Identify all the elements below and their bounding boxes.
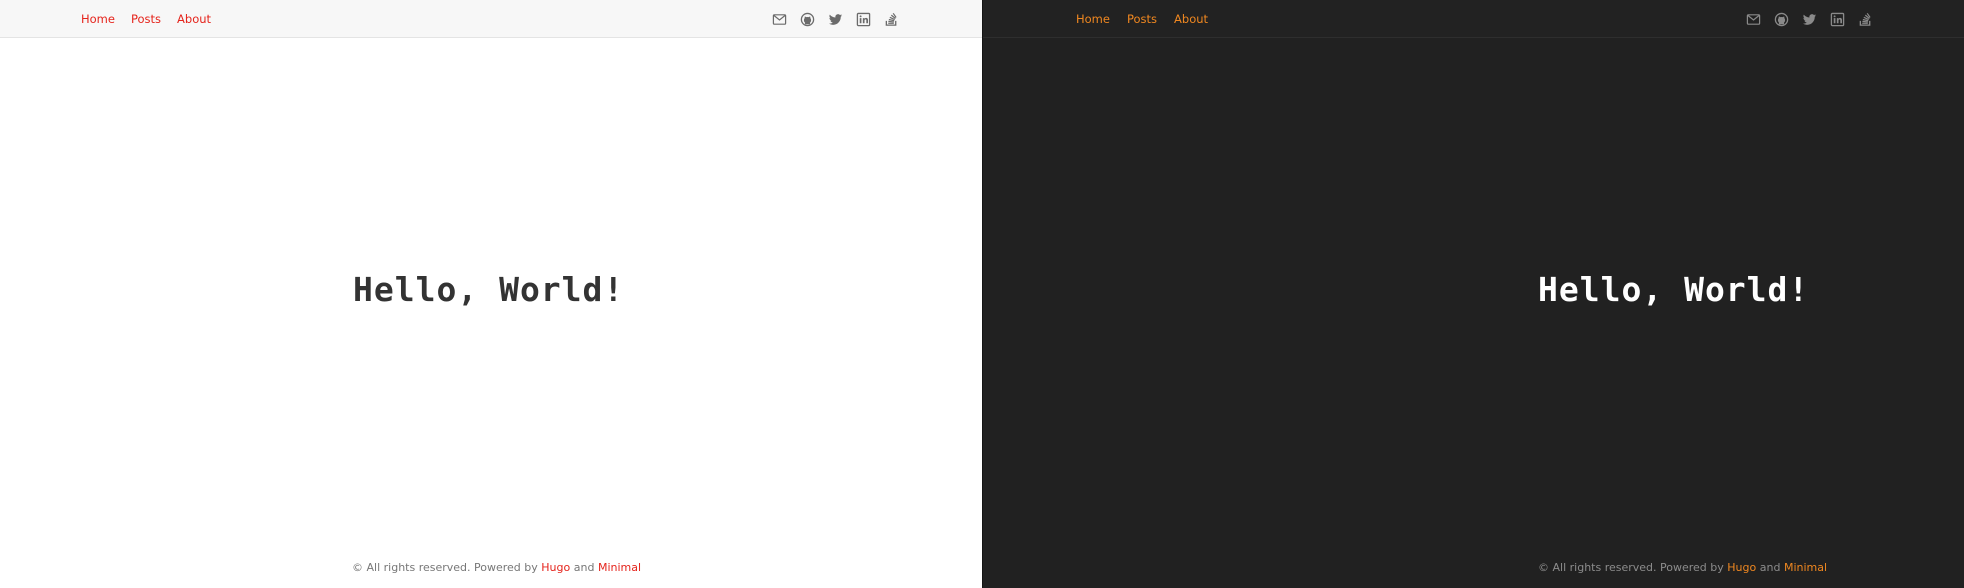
stackoverflow-icon[interactable]: [1857, 11, 1874, 28]
footer-minimal-link[interactable]: Minimal: [598, 561, 641, 574]
mail-icon[interactable]: [771, 11, 788, 28]
twitter-icon[interactable]: [1801, 11, 1818, 28]
twitter-icon[interactable]: [827, 11, 844, 28]
github-icon[interactable]: [1773, 11, 1790, 28]
footer: © All rights reserved. Powered by Hugo a…: [352, 561, 641, 574]
footer-minimal-link[interactable]: Minimal: [1784, 561, 1827, 574]
page: Home Posts About Hello, World! © All rig…: [0, 0, 1964, 588]
footer-hugo-link[interactable]: Hugo: [541, 561, 570, 574]
social-links: [771, 0, 911, 38]
footer-and: and: [1759, 561, 1781, 574]
nav-home-link[interactable]: Home: [81, 12, 115, 26]
footer: © All rights reserved. Powered by Hugo a…: [1538, 561, 1827, 574]
github-icon[interactable]: [799, 11, 816, 28]
nav-posts-link[interactable]: Posts: [1127, 12, 1157, 26]
nav-about-link[interactable]: About: [1174, 12, 1208, 26]
nav-home-link[interactable]: Home: [1076, 12, 1110, 26]
header-bar: Home Posts About: [983, 0, 1964, 38]
mail-icon[interactable]: [1745, 11, 1762, 28]
linkedin-icon[interactable]: [1829, 11, 1846, 28]
page-heading: Hello, World!: [353, 270, 625, 309]
footer-and: and: [573, 561, 595, 574]
footer-copyright: © All rights reserved. Powered by: [352, 561, 538, 574]
main-nav: Home Posts About: [1076, 0, 1225, 38]
main-nav: Home Posts About: [81, 0, 227, 38]
dark-theme-pane: Home Posts About Hello, World! © All rig…: [982, 0, 1964, 588]
footer-hugo-link[interactable]: Hugo: [1727, 561, 1756, 574]
social-links: [1745, 0, 1885, 38]
stackoverflow-icon[interactable]: [883, 11, 900, 28]
light-theme-pane: Home Posts About Hello, World! © All rig…: [0, 0, 982, 588]
linkedin-icon[interactable]: [855, 11, 872, 28]
page-heading: Hello, World!: [1538, 270, 1810, 309]
nav-posts-link[interactable]: Posts: [131, 12, 161, 26]
nav-about-link[interactable]: About: [177, 12, 211, 26]
header-bar: Home Posts About: [0, 0, 982, 38]
footer-copyright: © All rights reserved. Powered by: [1538, 561, 1724, 574]
